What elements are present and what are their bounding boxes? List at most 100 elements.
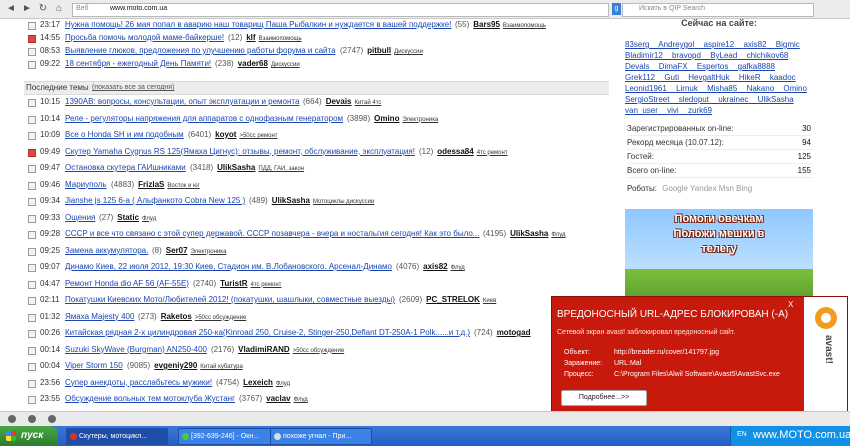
topic-forum[interactable]: Киев [483,298,496,304]
topic-author[interactable]: Static [117,213,139,222]
online-user-link[interactable]: Leonid1961 [625,84,667,93]
topic-forum[interactable]: >50сс обсуждение [195,315,246,321]
topic-forum[interactable]: Электроника [191,249,227,255]
topic-link[interactable]: Jianshe js 125 6-а ( Альфанкото Cobra Ne… [65,195,245,207]
topic-link[interactable]: Мариуполь [65,179,107,191]
address-url[interactable]: www.moto.com.ua [110,5,167,12]
topic-forum[interactable]: Флуд [294,397,308,403]
online-user-link[interactable]: Devals [625,62,649,71]
topic-forum[interactable]: Электроника [402,117,438,123]
show-all-today-link[interactable]: (показать все за сегодня) [92,82,174,94]
online-user-link[interactable]: HikeR [739,73,761,82]
topic-forum[interactable]: 4тс ремонт [251,282,282,288]
topic-forum[interactable]: Флуд [276,381,290,387]
topic-author[interactable]: odessa84 [437,147,473,156]
start-button[interactable]: пуск [0,426,58,446]
topic-forum[interactable]: ПДД, ГАИ, закон [258,166,304,172]
online-user-link[interactable]: Guti [664,73,679,82]
topic-forum[interactable]: Китай 4тс [354,100,381,106]
taskbar-window-button[interactable]: похоже угнал - При... [270,428,372,445]
online-user-link[interactable]: gafka8888 [738,62,775,71]
topic-link[interactable]: Suzuki SkyWave (Burgman) AN250-400 [65,344,207,356]
reload-icon[interactable]: ↻ [36,2,50,16]
topic-author[interactable]: evgeniy290 [154,361,197,370]
topic-link[interactable]: Динамо Киев, 22 июля 2012, 19:30 Киев, С… [65,261,392,273]
back-arrow-icon[interactable]: ◄ [4,2,18,16]
topic-link[interactable]: Китайская рядная 2-х цилиндровая 250-ка(… [65,327,470,339]
topic-link[interactable]: Все о Honda SH и им подобным [65,129,184,141]
topic-link[interactable]: Реле - регуляторы напряжения для аппарат… [65,113,343,125]
online-user-link[interactable]: axis82 [743,40,766,49]
topic-link[interactable]: Нужна помощь! 26 мая попал в аварию наш … [65,19,451,31]
details-button[interactable]: Подробнее...>> [561,390,647,406]
online-user-link[interactable]: aspire12 [704,40,735,49]
topic-link[interactable]: Ощения [65,212,95,224]
topic-forum[interactable]: Дискуссии [394,49,423,55]
online-user-link[interactable]: Lirnuk [676,84,698,93]
topic-link[interactable]: 1390АВ: вопросы, консультации, опыт эксп… [65,96,299,108]
online-user-link[interactable]: Espertos [697,62,729,71]
topic-author[interactable]: UlikSasha [217,163,255,172]
topic-forum[interactable]: Китай кубатура [200,364,243,370]
taskbar-window-button[interactable]: [392-639-246] - Окн... [178,428,280,445]
topic-link[interactable]: 18 сентября - ежегодный День Памяти! [65,58,211,70]
online-user-link[interactable]: sledoput [679,95,709,104]
topic-author[interactable]: UlikSasha [510,229,548,238]
topic-link[interactable]: Ремонт Honda dio AF 56 (AF-55Е) [65,278,189,290]
topic-author[interactable]: Raketos [161,312,192,321]
online-user-link[interactable]: van_user [625,106,658,115]
topic-forum[interactable]: Взаимопомощь [503,23,546,29]
topic-link[interactable]: Обсуждение вольных тем мотоклуба Жустанг [65,393,235,405]
topic-author[interactable]: vaclav [266,394,290,403]
forward-arrow-icon[interactable]: ► [20,2,34,16]
online-user-link[interactable]: Bladimir12 [625,51,663,60]
online-user-link[interactable]: Grek112 [625,73,655,82]
topic-link[interactable]: Ямаха Majesty 400 [65,311,134,323]
topic-author[interactable]: Bars95 [473,20,500,29]
topic-author[interactable]: vader68 [238,59,268,68]
online-user-link[interactable]: bravopd [672,51,701,60]
online-user-link[interactable]: kaadoc [770,73,796,82]
topic-forum[interactable]: Мотоциклы дискуссии [313,199,374,205]
topic-author[interactable]: PC_STRELOK [426,295,480,304]
topic-author[interactable]: VladimiRAND [238,345,290,354]
topic-author[interactable]: TuristR [220,279,247,288]
topic-author[interactable]: motogad [497,328,531,337]
online-user-link[interactable]: Bigmic [776,40,800,49]
home-icon[interactable]: ⌂ [52,2,66,16]
online-user-link[interactable]: UlikSasha [758,95,794,104]
topic-link[interactable]: Скутер Yamaha Cygnus RS 125(Ямаха Цигнус… [65,146,415,158]
topic-forum[interactable]: Восток и юг [167,183,199,189]
topic-forum[interactable]: Дискуссии [271,62,300,68]
topic-forum[interactable]: 4тс ремонт [477,150,508,156]
status-icon[interactable] [48,415,56,423]
search-engine-icon[interactable]: g [612,3,621,15]
topic-link[interactable]: Выявление глюков, предложения по улучшен… [65,45,336,57]
topic-link[interactable]: Супер анекдоты, расслабьтесь мужики! [65,377,212,389]
topic-author[interactable]: axis82 [423,262,447,271]
topic-author[interactable]: klf [246,33,255,42]
topic-author[interactable]: FrizlaS [138,180,164,189]
online-user-link[interactable]: vivi [667,106,679,115]
topic-link[interactable]: Viper Storm 150 [65,360,123,372]
online-user-link[interactable]: SergioStreet [625,95,669,104]
topic-author[interactable]: Devais [326,97,352,106]
topic-forum[interactable]: Взаимопомощь [259,36,302,42]
address-bar[interactable]: Веб www.moto.com.ua [72,3,609,17]
online-user-link[interactable]: ukrainec [718,95,748,104]
topic-forum[interactable]: Флуд [551,232,565,238]
online-user-link[interactable]: ByLead [710,51,737,60]
topic-forum[interactable]: >50сс ремонт [239,133,277,139]
online-user-link[interactable]: zurk69 [688,106,712,115]
taskbar-window-button[interactable]: Скутеры, мотоцикл... [66,428,168,445]
topic-author[interactable]: Ser07 [166,246,188,255]
topic-forum[interactable]: Флуд [451,265,465,271]
status-icon[interactable] [8,415,16,423]
topic-link[interactable]: Просьба помочь молодой маме-байкерше! [65,32,224,44]
topic-author[interactable]: koyot [215,130,236,139]
topic-forum[interactable]: Флуд [142,216,156,222]
online-user-link[interactable]: Andreygol [658,40,694,49]
topic-author[interactable]: UlikSasha [272,196,310,205]
topic-forum[interactable]: >50сс обсуждение [293,348,344,354]
online-user-link[interactable]: HevgaltHuk [688,73,729,82]
